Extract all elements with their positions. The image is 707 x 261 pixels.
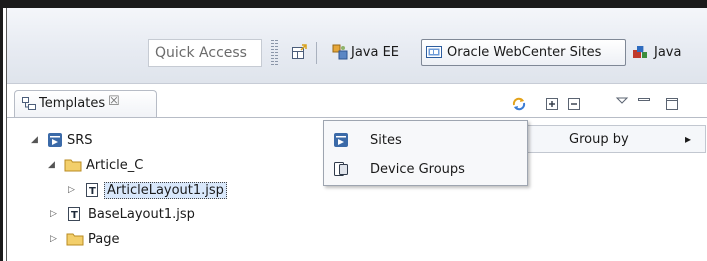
tree-item-label: SRS (67, 132, 93, 148)
java-perspective-icon[interactable]: J (632, 44, 648, 60)
tree-item-srs[interactable]: ◢ SRS (31, 130, 93, 150)
webcenter-sites-perspective-icon (426, 44, 442, 60)
svg-text:T: T (89, 186, 96, 197)
group-by-label: Group by (569, 131, 629, 147)
template-icon: T (66, 206, 82, 222)
collapsed-arrow-icon[interactable]: ▷ (50, 209, 60, 219)
perspective-java-ee[interactable]: Java EE (351, 44, 399, 61)
collapsed-arrow-icon[interactable]: ▷ (50, 234, 60, 244)
open-perspective-icon[interactable] (291, 44, 307, 60)
tree-item-label: Page (88, 231, 120, 247)
toolbar-grip[interactable] (271, 40, 274, 66)
device-groups-icon (333, 161, 349, 177)
tab-templates-label: Templates (39, 96, 106, 111)
svg-text:T: T (71, 210, 78, 221)
tree-item-label: ArticleLayout1.jsp (104, 181, 227, 199)
folder-icon (64, 157, 82, 173)
menu-item-sites[interactable]: Sites (324, 127, 527, 153)
collapse-all-icon[interactable] (566, 96, 582, 112)
site-icon (47, 132, 63, 148)
view-menu-icon[interactable] (614, 94, 630, 110)
site-icon (333, 132, 349, 148)
tree-item-label: Article_C (86, 157, 144, 173)
toolbar-separator (316, 42, 317, 64)
folder-icon (66, 231, 84, 247)
menu-item-label: Sites (370, 132, 402, 148)
perspective-java[interactable]: Java (654, 44, 681, 61)
tree-item-article-c[interactable]: ◢ Article_C (48, 155, 143, 175)
collapsed-arrow-icon[interactable]: ▷ (68, 185, 78, 195)
maximize-view-icon[interactable] (664, 96, 680, 112)
tree-item-page[interactable]: ▷ Page (50, 229, 119, 249)
expanded-arrow-icon[interactable]: ◢ (48, 160, 58, 170)
menu-item-device-groups[interactable]: Device Groups (324, 156, 527, 182)
sync-icon[interactable] (511, 96, 527, 112)
expand-all-icon[interactable] (544, 96, 560, 112)
tree-item-articlelayout1[interactable]: ▷ T ArticleLayout1.jsp (68, 180, 227, 200)
group-by-menu-item[interactable]: Group by ▸ (527, 125, 706, 153)
java-ee-perspective-icon[interactable] (332, 44, 348, 60)
toolbar-grip[interactable] (275, 40, 278, 66)
window-left-border (0, 8, 3, 261)
tree-item-label: BaseLayout1.jsp (88, 206, 195, 222)
svg-text:J: J (641, 45, 644, 53)
minimize-view-icon[interactable] (636, 94, 652, 110)
tree-item-baselayout1[interactable]: ▷ T BaseLayout1.jsp (50, 204, 195, 224)
template-icon: T (84, 182, 100, 198)
group-by-submenu: Sites Device Groups (323, 120, 528, 186)
perspective-label-webcenter: Oracle WebCenter Sites (447, 45, 602, 60)
quick-access-input[interactable]: Quick Access (148, 39, 262, 67)
close-tab-icon[interactable]: ☒ (108, 94, 120, 109)
expanded-arrow-icon[interactable]: ◢ (31, 135, 41, 145)
window-top-border (0, 0, 707, 8)
templates-view-icon (21, 96, 37, 112)
submenu-arrow-icon: ▸ (685, 132, 692, 146)
menu-item-label: Device Groups (370, 161, 465, 177)
